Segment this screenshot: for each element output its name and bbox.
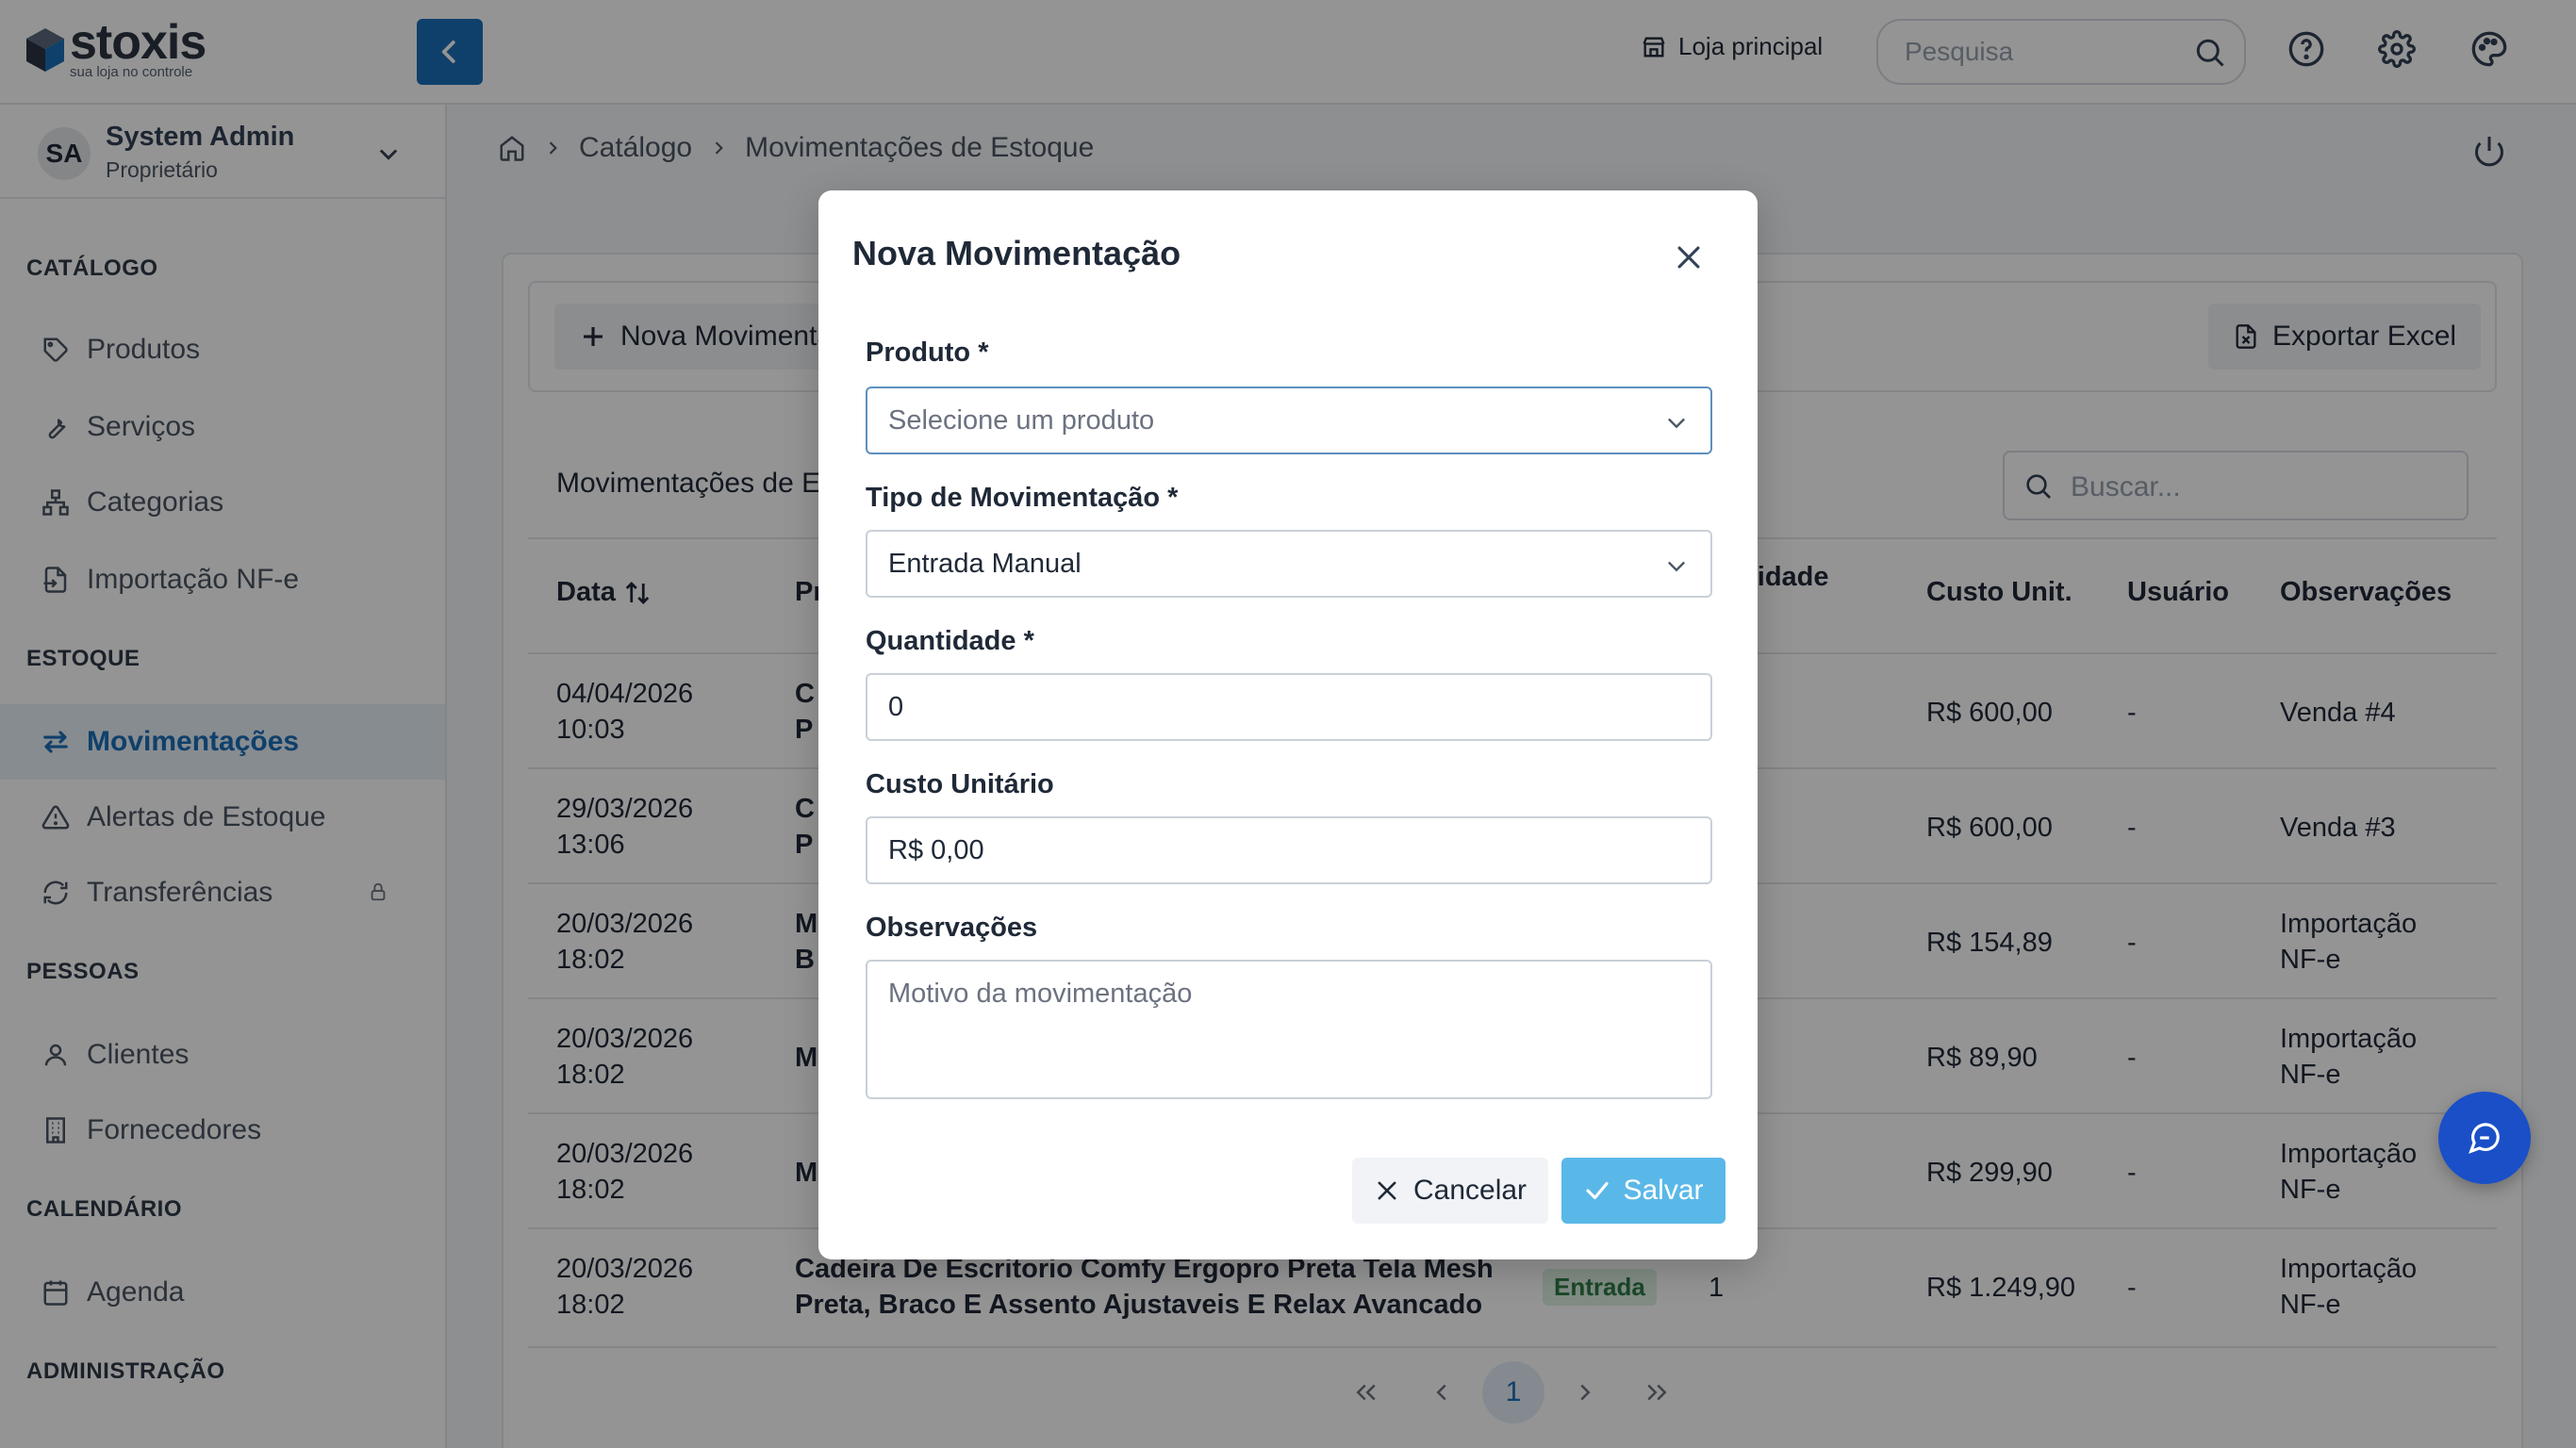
cancel-label: Cancelar [1412,1175,1527,1206]
notes-textarea[interactable]: Motivo da movimentação [866,960,1712,1099]
movement-type-value: Entrada Manual [888,548,1082,579]
product-select-placeholder: Selecione um produto [888,404,1155,436]
chevron-down-icon [1668,418,1685,429]
quantity-value: 0 [888,691,904,722]
movement-type-select[interactable]: Entrada Manual [866,530,1712,598]
save-button[interactable]: Salvar [1561,1158,1726,1224]
notes-placeholder: Motivo da movimentação [888,979,1193,1009]
movement-type-label: Tipo de Movimentação * [866,483,1179,513]
close-icon[interactable] [1673,241,1705,273]
unit-cost-value: R$ 0,00 [888,834,984,865]
product-label: Produto * [866,337,989,368]
notes-label: Observações [866,913,1038,943]
unit-cost-field[interactable]: R$ 0,00 [866,816,1712,884]
quantity-label: Quantidade * [866,626,1034,656]
cancel-button[interactable]: Cancelar [1352,1158,1548,1224]
close-icon [1378,1181,1396,1200]
chat-button[interactable] [2438,1092,2531,1184]
new-movement-dialog: Nova Movimentação Produto * Selecione um… [818,190,1758,1259]
chat-icon [2469,1123,2500,1154]
unit-cost-label: Custo Unitário [866,769,1054,799]
dialog-title: Nova Movimentação [852,234,1181,272]
quantity-field[interactable]: 0 [866,673,1712,741]
save-label: Salvar [1623,1175,1704,1206]
check-icon [1586,1181,1610,1200]
product-select[interactable]: Selecione um produto [866,387,1712,454]
chevron-down-icon [1668,561,1685,572]
